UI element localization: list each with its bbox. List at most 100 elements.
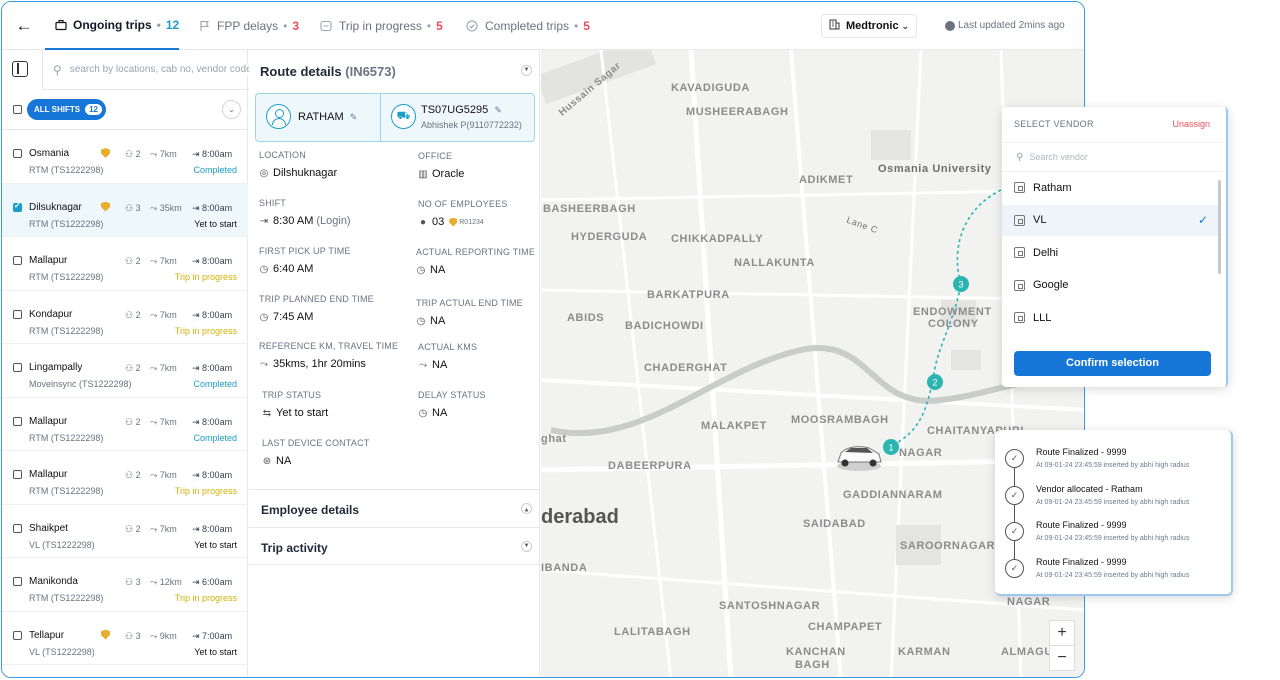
field-actual-reporting: ACTUAL REPORTING TIME ◷ NA	[416, 247, 535, 276]
field-first-pickup: FIRST PICK UP TIME ◷ 6:40 AM	[259, 246, 351, 275]
field-label: REFERENCE KM, TRAVEL TIME	[259, 341, 399, 351]
activity-title: Route Finalized - 9999	[1036, 447, 1127, 457]
chevron-down-icon: ⌄	[901, 20, 909, 31]
trip-row[interactable]: Mallapur ⚇ 2 ⤳ 7km ⇥ 8:00am RTM (TS1222298) C…	[2, 398, 248, 451]
trip-search-input[interactable]	[69, 64, 250, 75]
route-icon: ⤳	[150, 149, 160, 159]
check-circle-icon: ✓	[1005, 449, 1024, 468]
trip-location: Mallapur	[29, 255, 68, 266]
trip-row[interactable]: Mallapur ⚇ 2 ⤳ 7km ⇥ 8:00am RTM (TS1222298) T…	[2, 237, 248, 291]
search-icon: ⚲	[53, 62, 62, 77]
building-icon	[1014, 182, 1025, 193]
map-label: ADIKMET	[799, 174, 854, 186]
tab-trip-in-progress[interactable]: Trip in progress • 5	[319, 2, 443, 50]
map-label: HYDERGUDA	[571, 231, 648, 243]
chevron-up-icon[interactable]: ▼	[521, 503, 532, 514]
trip-status: Completed	[193, 432, 237, 443]
trip-activity-popover: ✓ Route Finalized - 9999 At 09-01-24 23:45…	[995, 430, 1233, 596]
distance-value: 7km	[159, 149, 177, 159]
building-icon	[1014, 312, 1025, 323]
check-circle-icon: ✓	[1005, 558, 1024, 578]
field-label: LOCATION	[259, 150, 306, 160]
trip-row[interactable]: Mallapur ⚇ 2 ⤳ 7km ⇥ 8:00am RTM (TS1222298) T…	[2, 451, 248, 505]
vehicle-info: RTM (TS1222298)	[29, 325, 104, 336]
zoom-in-button[interactable]: +	[1049, 620, 1075, 646]
chevron-down-icon[interactable]: ▼	[521, 541, 532, 552]
field-value: NA	[432, 407, 448, 419]
section-title: Employee details	[261, 503, 360, 517]
trip-row[interactable]: Dilsuknagar ⚇ 3 ⤳ 35km ⇥ 8:00am RTM (TS12222…	[2, 183, 248, 237]
field-value: Dilshuknagar	[273, 167, 338, 179]
clock-icon	[945, 20, 955, 31]
trip-checkbox[interactable]	[13, 577, 22, 586]
vendor-search: ⚲	[1002, 142, 1222, 172]
map-label: BASHEERBAGH	[543, 203, 636, 215]
activity-subtitle: At 09-01-24 23:45:59 inserted by abhi hi…	[1036, 571, 1190, 579]
trip-status: Completed	[193, 379, 237, 389]
trip-row[interactable]: Shaikpet ⚇ 2 ⤳ 7km ⇥ 8:00am VL (TS1222298) Ye…	[2, 505, 248, 558]
back-arrow-icon[interactable]: ←	[14, 16, 34, 36]
tab-ongoing-trips[interactable]: Ongoing trips • 12	[45, 2, 179, 50]
shift-filter-row: ALL SHIFTS 12 ⌄	[2, 90, 248, 130]
vendor-option[interactable]: LLL	[1002, 302, 1220, 333]
chevron-down-icon[interactable]: ⌄	[222, 100, 241, 119]
vendor-option[interactable]: Delhi	[1002, 237, 1220, 268]
unassign-link[interactable]: Unassign	[1172, 119, 1210, 129]
vendor-option[interactable]: Ratham	[1002, 172, 1220, 203]
map-label: NAGAR	[899, 447, 943, 459]
trip-checkbox[interactable]	[13, 523, 22, 533]
edit-vehicle-icon[interactable]: ✎	[494, 105, 502, 115]
distance-value: 35km	[159, 202, 182, 213]
tab-completed-trips[interactable]: Completed trips • 5	[465, 2, 590, 50]
trip-checkbox[interactable]	[13, 309, 22, 319]
edit-vendor-icon[interactable]: ✎	[350, 112, 358, 122]
chevron-down-icon[interactable]: ▼	[521, 65, 532, 76]
shift-time-value: 8:00am	[202, 202, 233, 213]
trip-checkbox[interactable]	[13, 201, 22, 212]
trip-row[interactable]: Lingampally ⚇ 2 ⤳ 7km ⇥ 8:00am Moveinsync (T…	[2, 344, 248, 398]
vendor-section: RATHAM ✎	[256, 94, 381, 141]
confirm-selection-button[interactable]: Confirm selection	[1014, 351, 1211, 376]
stop-marker-1[interactable]: 1	[888, 443, 893, 453]
trip-row[interactable]: Osmania ⚇ 2 ⤳ 7km ⇥ 8:00am RTM (TS1222298) Co…	[2, 130, 248, 184]
client-select[interactable]: Medtronic ⌄	[821, 14, 917, 38]
stop-marker-2[interactable]: 2	[932, 378, 937, 388]
client-label: Medtronic	[846, 20, 899, 32]
trip-row[interactable]: Manikonda ⚇ 3 ⤳ 12km ⇥ 6:00am RTM (TS1222298…	[2, 558, 248, 612]
all-shifts-pill[interactable]: ALL SHIFTS 12	[27, 99, 106, 120]
employee-count-value: 3	[135, 202, 141, 213]
employee-details-section[interactable]: Employee details ▼	[249, 489, 540, 527]
vendor-option[interactable]: VL ✓	[1002, 204, 1220, 236]
trip-checkbox[interactable]	[13, 149, 22, 158]
activity-title: Route Finalized - 9999	[1036, 556, 1127, 567]
stop-marker-3[interactable]: 3	[958, 280, 963, 290]
trip-location: Shaikpet	[29, 522, 68, 534]
trip-location: Mallapur	[29, 415, 68, 427]
zoom-out-button[interactable]: −	[1049, 645, 1075, 671]
trip-row[interactable]: Tellapur ⚇ 3 ⤳ 9km ⇥ 7:00am VL (TS1222298) Ye…	[2, 612, 248, 665]
search-icon: ⚲	[1016, 151, 1024, 163]
vendor-option[interactable]: Google	[1002, 270, 1220, 301]
login-arrow-icon: ⇥	[192, 523, 203, 534]
shift-time-value: 8:00am	[202, 416, 233, 427]
tab-fpp-delays[interactable]: FPP delays • 3	[197, 2, 299, 50]
collapse-sidebar-icon[interactable]	[12, 61, 28, 77]
shift-time: ⇥ 8:00am	[192, 470, 232, 481]
car-marker-icon[interactable]	[837, 446, 882, 471]
trip-activity-section[interactable]: Trip activity ▼	[249, 527, 540, 565]
route-title-text: Route details	[260, 64, 342, 79]
trip-checkbox[interactable]	[13, 470, 22, 479]
trip-checkbox[interactable]	[13, 363, 22, 372]
map-label: CHIKKADPALLY	[671, 233, 764, 245]
trip-row[interactable]: Kondapur ⚇ 2 ⤳ 7km ⇥ 8:00am RTM (TS1222298) T…	[2, 291, 248, 344]
field-actual-end: TRIP ACTUAL END TIME ◷ NA	[416, 298, 523, 327]
vendor-search-input[interactable]	[1029, 152, 1190, 162]
trip-checkbox[interactable]	[13, 630, 22, 640]
field-value: 8:30 AM	[273, 215, 314, 227]
trip-checkbox[interactable]	[13, 256, 22, 265]
scrollbar[interactable]	[1218, 180, 1221, 274]
trip-checkbox[interactable]	[13, 416, 22, 426]
map-label: ABIDS	[567, 312, 605, 324]
select-all-checkbox[interactable]	[13, 105, 22, 114]
activity-subtitle: At 09-01-24 23:45:59 inserted by abhi hi…	[1036, 498, 1190, 506]
